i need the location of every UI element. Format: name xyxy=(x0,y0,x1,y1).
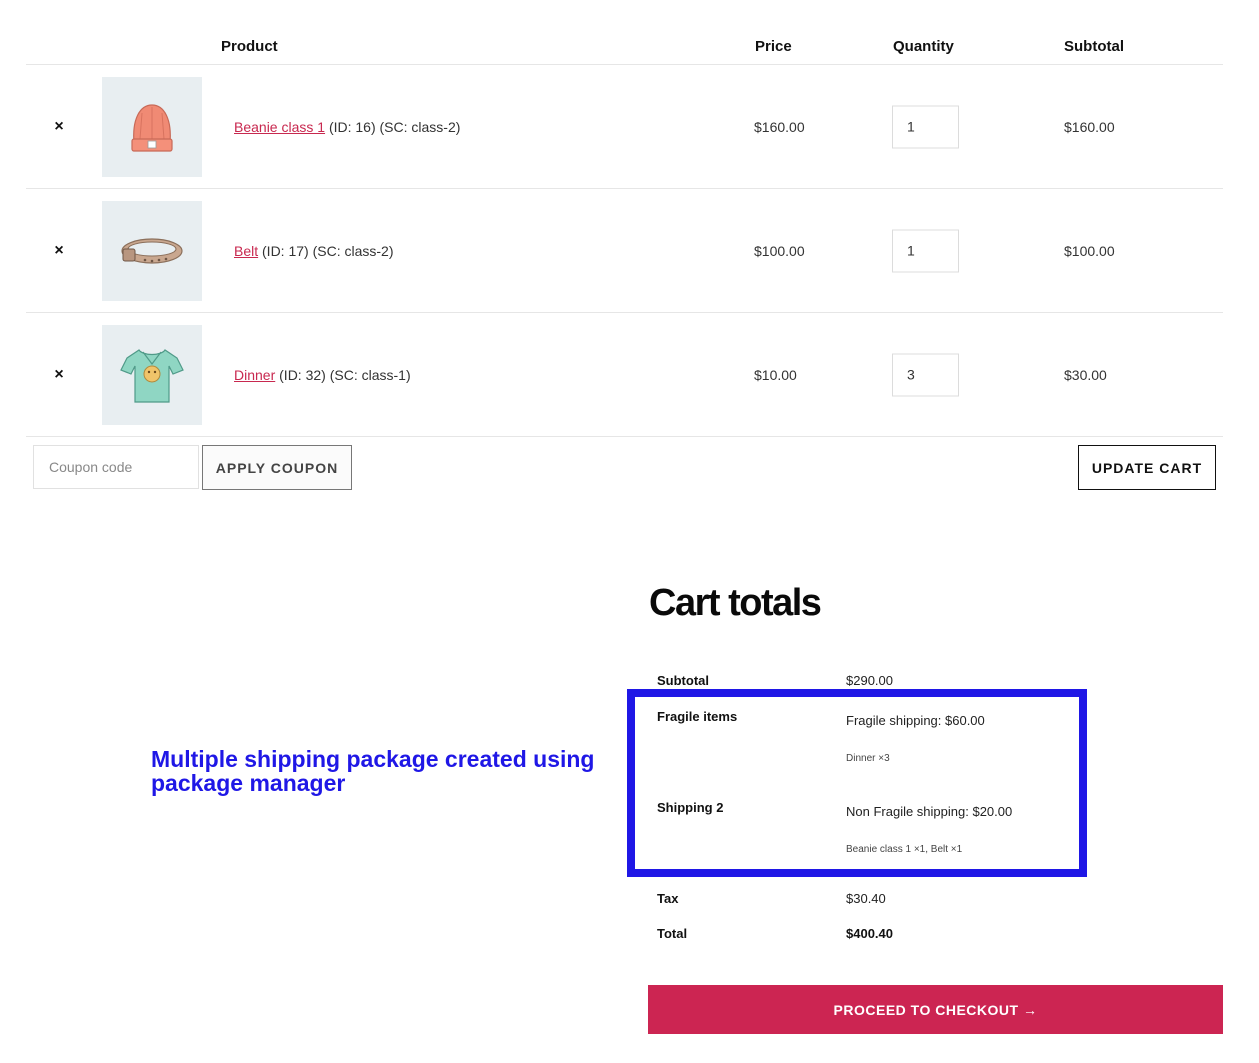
product-name: Beanie class 1 (ID: 16) (SC: class-2) xyxy=(234,119,460,135)
shipping-method-option[interactable]: Fragile shipping: $60.00 xyxy=(846,713,985,728)
cart-table-header: Product Price Quantity Subtotal xyxy=(26,28,1223,65)
beanie-icon xyxy=(131,104,173,152)
product-subtotal: $160.00 xyxy=(1064,118,1115,135)
tax-label: Tax xyxy=(657,891,679,906)
quantity-input[interactable] xyxy=(892,105,959,148)
product-link[interactable]: Dinner xyxy=(234,367,275,383)
header-product: Product xyxy=(221,38,278,55)
product-thumbnail[interactable] xyxy=(102,77,202,177)
header-subtotal: Subtotal xyxy=(1064,38,1124,55)
product-name: Dinner (ID: 32) (SC: class-1) xyxy=(234,367,411,383)
product-name: Belt (ID: 17) (SC: class-2) xyxy=(234,243,393,259)
product-meta: (ID: 16) (SC: class-2) xyxy=(325,118,461,135)
product-price: $100.00 xyxy=(754,242,805,259)
product-meta: (ID: 17) (SC: class-2) xyxy=(258,242,394,259)
package-label: Shipping 2 xyxy=(657,800,724,815)
product-thumbnail[interactable] xyxy=(102,201,202,301)
subtotal-value: $290.00 xyxy=(846,673,893,688)
product-subtotal: $100.00 xyxy=(1064,242,1115,259)
quantity-input[interactable] xyxy=(892,229,959,272)
header-price: Price xyxy=(755,38,792,55)
update-cart-button[interactable]: UPDATE CART xyxy=(1078,445,1216,490)
product-thumbnail[interactable] xyxy=(102,325,202,425)
package-contents: Beanie class 1 ×1, Belt ×1 xyxy=(846,844,963,855)
coupon-code-input[interactable] xyxy=(33,445,199,489)
total-value: $400.40 xyxy=(846,926,893,941)
remove-item-button[interactable]: × xyxy=(52,118,66,136)
quantity-input[interactable] xyxy=(892,353,959,396)
apply-coupon-button[interactable]: APPLY COUPON xyxy=(202,445,352,490)
tax-value: $30.40 xyxy=(846,891,886,906)
package-label: Fragile items xyxy=(657,709,738,724)
cart-row: × Belt (ID: 17) (SC: class-2) $100.00 $1… xyxy=(26,189,1223,313)
cart-totals-title: Cart totals xyxy=(649,582,822,624)
annotation-text: Multiple shipping package created using … xyxy=(151,746,595,796)
total-label: Total xyxy=(657,926,688,941)
product-price: $160.00 xyxy=(754,118,805,135)
remove-item-button[interactable]: × xyxy=(52,366,66,384)
shipping-method-option[interactable]: Non Fragile shipping: $20.00 xyxy=(846,804,1012,819)
product-subtotal: $30.00 xyxy=(1064,366,1107,383)
remove-item-button[interactable]: × xyxy=(52,242,66,260)
package-contents: Dinner ×3 xyxy=(846,753,890,764)
belt-icon xyxy=(121,238,183,264)
product-link[interactable]: Belt xyxy=(234,243,258,259)
product-meta: (ID: 32) (SC: class-1) xyxy=(275,366,411,383)
cart-row: × Dinner (ID: 32) (SC: class-1) $10.00 $… xyxy=(26,313,1223,437)
product-price: $10.00 xyxy=(754,366,797,383)
cart-row: × Beanie class 1 (ID: 16) (SC: class-2) … xyxy=(26,65,1223,189)
header-quantity: Quantity xyxy=(893,38,954,55)
tshirt-icon xyxy=(120,349,184,403)
proceed-to-checkout-button[interactable]: PROCEED TO CHECKOUT → xyxy=(648,985,1223,1034)
subtotal-label: Subtotal xyxy=(657,673,709,688)
product-link[interactable]: Beanie class 1 xyxy=(234,119,325,135)
